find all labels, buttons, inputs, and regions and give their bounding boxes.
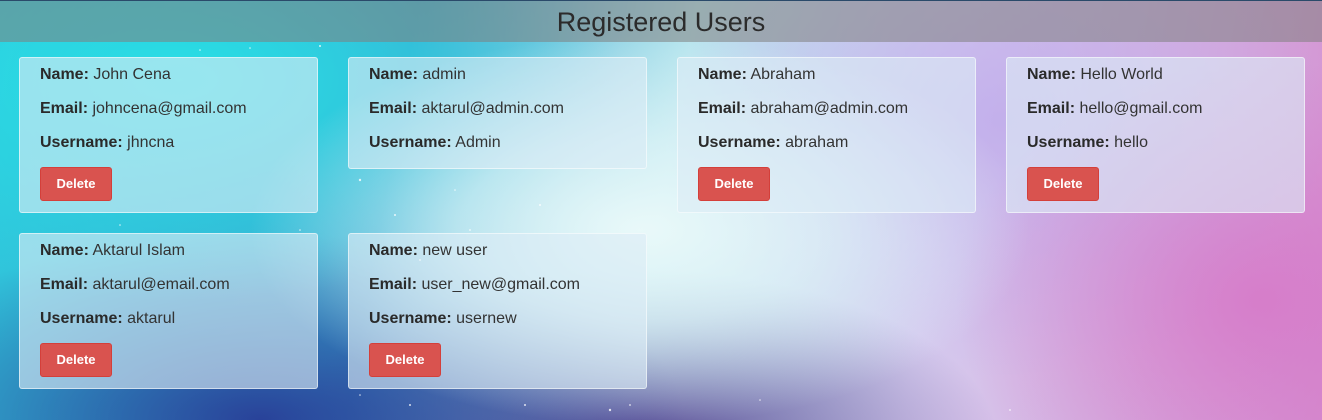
user-email-row: Email: user_new@gmail.com [369,275,626,309]
user-username-row: Username: usernew [369,309,626,343]
user-name-row: Name: Abraham [698,65,955,99]
user-name-row: Name: Hello World [1027,65,1284,99]
email-label: Email: [369,276,418,293]
email-label: Email: [40,100,89,117]
delete-button[interactable]: Delete [698,167,770,201]
name-label: Name: [698,66,747,83]
user-name: new user [422,242,488,259]
user-name: admin [422,66,466,83]
username-label: Username: [698,134,781,151]
user-username: usernew [456,310,517,327]
user-card: Name: new user Email: user_new@gmail.com… [348,233,647,389]
user-email: aktarul@email.com [92,276,230,293]
user-email: user_new@gmail.com [421,276,580,293]
username-label: Username: [369,310,452,327]
page-header: Registered Users [0,0,1322,42]
user-email: abraham@admin.com [750,100,909,117]
user-username: Admin [455,134,501,151]
username-label: Username: [369,134,452,151]
delete-button[interactable]: Delete [369,343,441,377]
user-name: Abraham [750,66,816,83]
user-username-row: Username: hello [1027,133,1284,167]
user-email: johncena@gmail.com [92,100,247,117]
user-email-row: Email: hello@gmail.com [1027,99,1284,133]
page-title: Registered Users [556,7,766,37]
name-label: Name: [1027,66,1076,83]
user-username-row: Username: abraham [698,133,955,167]
name-label: Name: [40,242,89,259]
user-name-row: Name: Aktarul Islam [40,241,297,275]
delete-button[interactable]: Delete [40,343,112,377]
user-name-row: Name: admin [369,65,626,99]
name-label: Name: [369,66,418,83]
user-name: Hello World [1080,66,1163,83]
user-username: aktarul [127,310,176,327]
user-card: Name: Aktarul Islam Email: aktarul@email… [19,233,318,389]
user-username: abraham [785,134,849,151]
user-name: John Cena [93,66,171,83]
user-card: Name: admin Email: aktarul@admin.com Use… [348,57,647,169]
user-username: jhncna [127,134,175,151]
email-label: Email: [369,100,418,117]
username-label: Username: [40,134,123,151]
user-email: aktarul@admin.com [421,100,564,117]
email-label: Email: [698,100,747,117]
user-email-row: Email: johncena@gmail.com [40,99,297,133]
username-label: Username: [1027,134,1110,151]
user-card: Name: Hello World Email: hello@gmail.com… [1006,57,1305,213]
username-label: Username: [40,310,123,327]
user-card: Name: John Cena Email: johncena@gmail.co… [19,57,318,213]
delete-button[interactable]: Delete [40,167,112,201]
delete-button[interactable]: Delete [1027,167,1099,201]
user-username-row: Username: aktarul [40,309,297,343]
user-email-row: Email: aktarul@email.com [40,275,297,309]
name-label: Name: [369,242,418,259]
name-label: Name: [40,66,89,83]
user-name: Aktarul Islam [92,242,185,259]
user-email: hello@gmail.com [1079,100,1203,117]
email-label: Email: [40,276,89,293]
email-label: Email: [1027,100,1076,117]
user-name-row: Name: new user [369,241,626,275]
user-username-row: Username: Admin [369,133,626,167]
user-card: Name: Abraham Email: abraham@admin.com U… [677,57,976,213]
user-username-row: Username: jhncna [40,133,297,167]
user-username: hello [1114,134,1148,151]
user-email-row: Email: aktarul@admin.com [369,99,626,133]
user-name-row: Name: John Cena [40,65,297,99]
user-email-row: Email: abraham@admin.com [698,99,955,133]
